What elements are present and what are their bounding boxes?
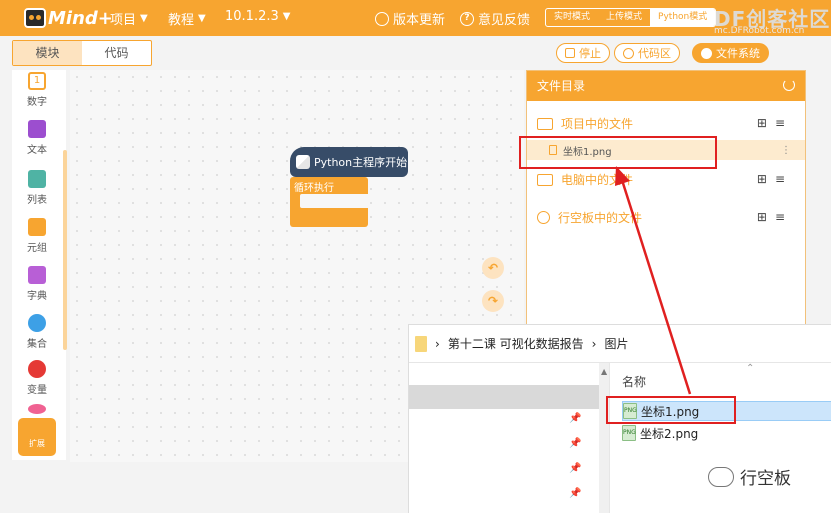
mindplus-window: Mind+ 项目 ▼ 教程 ▼ 10.1.2.3 ▼ 版本更新 ? 意见反馈 实时模式…: [0, 0, 831, 513]
wechat-icon: [708, 466, 734, 487]
arrow-line: [620, 179, 692, 395]
arrow-head-icon: [615, 166, 630, 186]
drag-arrow: [615, 166, 692, 395]
wechat-watermark: 行空板: [708, 464, 791, 489]
watermark-text: 行空板: [740, 469, 791, 489]
